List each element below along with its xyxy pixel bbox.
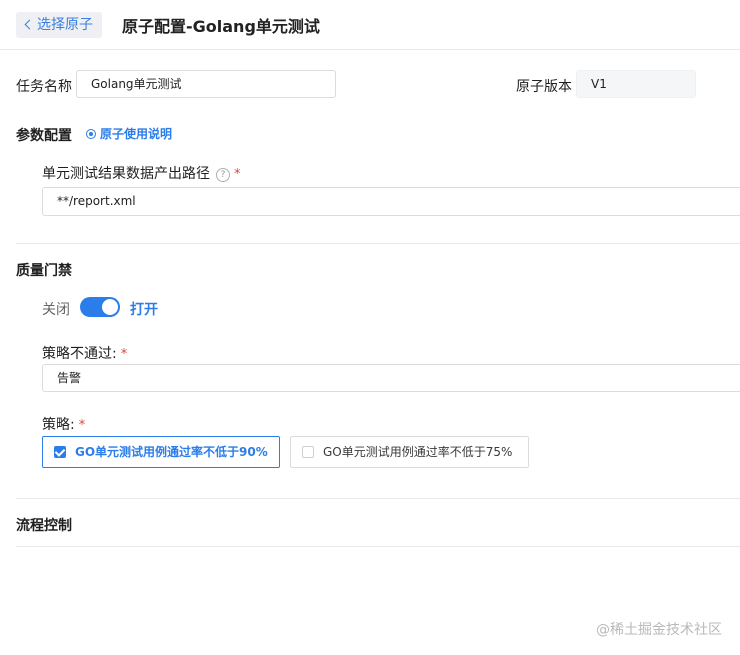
report-path-input[interactable]: **/report.xml [42, 187, 740, 216]
quality-gate-toggle[interactable] [80, 297, 120, 317]
top-header [0, 0, 740, 50]
fail-strategy-label: 策略不通过: * [42, 343, 127, 363]
required-mark: * [120, 347, 128, 362]
required-mark: * [234, 167, 241, 182]
strategy-option-label: GO单元测试用例通过率不低于75% [323, 445, 513, 459]
params-section-title: 参数配置 [16, 128, 72, 144]
strategy-option-75[interactable]: GO单元测试用例通过率不低于75% [290, 436, 529, 468]
atom-version-field: V1 [576, 70, 696, 98]
atom-version-label: 原子版本 [516, 79, 572, 95]
quality-gate-section-title: 质量门禁 [16, 263, 72, 279]
toggle-knob [102, 299, 118, 315]
divider [16, 243, 740, 244]
strategy-label-text: 策略: [42, 417, 75, 433]
watermark: @稀土掘金技术社区 [596, 622, 722, 638]
checkbox-unchecked-icon[interactable] [302, 446, 314, 458]
report-path-label: 单元测试结果数据产出路径? * [42, 163, 241, 183]
back-button-label: 选择原子 [37, 17, 93, 33]
strategy-option-label: GO单元测试用例通过率不低于90% [75, 445, 268, 459]
task-name-input[interactable]: Golang单元测试 [76, 70, 336, 98]
divider [16, 546, 740, 547]
fail-strategy-select[interactable]: 告警 [42, 364, 740, 392]
checkbox-checked-icon[interactable] [54, 446, 66, 458]
help-icon[interactable]: ? [216, 168, 230, 182]
strategy-label: 策略: * [42, 414, 85, 434]
atom-usage-link[interactable]: 原子使用说明 [86, 125, 172, 142]
toggle-off-label: 关闭 [42, 302, 70, 318]
info-dot-icon [86, 129, 96, 139]
flow-control-section-title: 流程控制 [16, 518, 72, 534]
task-name-label: 任务名称 [16, 79, 72, 95]
divider [16, 498, 740, 499]
report-path-label-text: 单元测试结果数据产出路径 [42, 166, 210, 182]
atom-usage-link-label: 原子使用说明 [100, 127, 173, 141]
back-button[interactable]: 选择原子 [16, 12, 102, 38]
chevron-left-icon [24, 19, 35, 30]
strategy-option-90[interactable]: GO单元测试用例通过率不低于90% [42, 436, 280, 468]
fail-strategy-label-text: 策略不通过: [42, 346, 117, 362]
toggle-on-label: 打开 [130, 302, 158, 318]
required-mark: * [78, 418, 86, 433]
page-title: 原子配置-Golang单元测试 [122, 17, 320, 36]
